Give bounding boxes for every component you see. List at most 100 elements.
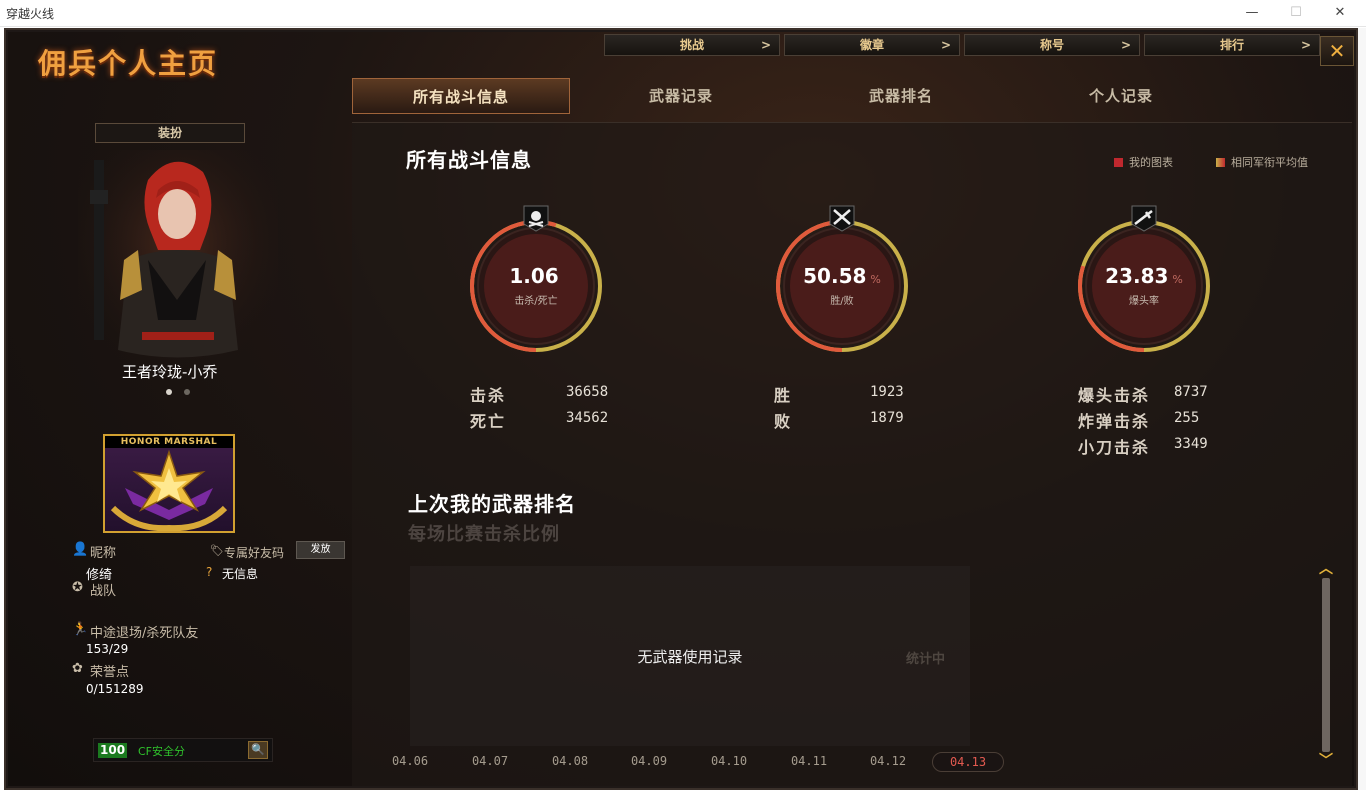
headshot-unit: % (1172, 273, 1183, 286)
date-tick[interactable]: 04.08 (540, 754, 600, 768)
bomb-kill-value: 255 (1174, 410, 1200, 426)
quit-value: 153/29 (86, 642, 129, 656)
character-name: 王者玲珑-小乔 (122, 363, 218, 381)
win-rate-unit: % (870, 273, 881, 286)
headshot-kill-label: 爆头击杀 (1078, 386, 1151, 405)
knife-kill-label: 小刀击杀 (1078, 438, 1151, 457)
window-title: 穿越火线 (6, 7, 55, 21)
date-tick[interactable]: 04.06 (380, 754, 440, 768)
date-tick[interactable]: 04.07 (460, 754, 520, 768)
top-tab-rank[interactable]: 排行 > (1144, 34, 1320, 56)
team-label: 战队 (90, 584, 117, 599)
kd-value: 1.06 (468, 264, 604, 288)
legend-label: 我的图表 (1129, 156, 1173, 169)
date-tick[interactable]: 04.10 (699, 754, 759, 768)
legend-label: 相同军衔平均值 (1231, 156, 1308, 169)
win-value: 1923 (870, 384, 904, 400)
lose-label: 败 (774, 412, 793, 431)
maximize-button[interactable]: ☐ (1274, 0, 1318, 26)
kill-value: 36658 (566, 384, 609, 400)
tab-personal-record[interactable]: 个人记录 (1012, 78, 1230, 114)
cf-safety-label: CF安全分 (138, 745, 186, 758)
minimize-button[interactable]: — (1230, 0, 1274, 26)
knife-kill-value: 3349 (1174, 436, 1208, 452)
quit-label: 中途退场/杀死队友 (90, 626, 199, 641)
top-tab-title[interactable]: 称号 > (964, 34, 1140, 56)
headshot-value: 23.83% (1076, 264, 1212, 288)
legend-swatch (1216, 158, 1225, 167)
chevron-right-icon: > (940, 38, 951, 52)
tab-weapon-record[interactable]: 武器记录 (572, 78, 790, 114)
nickname-label: 昵称 (90, 546, 117, 561)
window-edge (1358, 28, 1366, 790)
top-tab-challenge[interactable]: 挑战 > (604, 34, 780, 56)
tab-weapon-rank[interactable]: 武器排名 (792, 78, 1010, 114)
question-icon: ? (206, 565, 213, 579)
weapon-stat-text: 统计中 (906, 652, 946, 667)
rifle-icon (1131, 205, 1157, 232)
legend-item: 相同军衔平均值 (1216, 154, 1308, 170)
top-nav: 挑战 > 徽章 > 称号 > 排行 > (604, 34, 1320, 56)
chevron-right-icon: > (1300, 38, 1311, 52)
kd-ring: 1.06 击杀/死亡 (468, 205, 604, 354)
search-icon[interactable]: 🔍 (248, 741, 268, 759)
scroll-up-icon[interactable]: ︿ (1318, 562, 1334, 576)
kd-number: 1.06 (509, 264, 559, 288)
rank-badge: HONOR MARSHAL (103, 434, 235, 533)
top-tab-badge[interactable]: 徽章 > (784, 34, 960, 56)
top-tab-label: 徽章 (859, 38, 884, 52)
lose-value: 1879 (870, 410, 904, 426)
carousel-dots (166, 389, 190, 395)
friend-code-value: 无信息 (222, 567, 259, 581)
headshot-kill-value: 8737 (1174, 384, 1208, 400)
date-tick[interactable]: 04.12 (858, 754, 918, 768)
user-icon: 👤 (72, 542, 89, 557)
date-tick-selected[interactable]: 04.13 (932, 752, 1004, 772)
win-rate-value: 50.58% (774, 264, 910, 288)
cf-safety-score: 100 (98, 743, 128, 758)
tab-all-battle-info[interactable]: 所有战斗信息 (352, 78, 570, 114)
friend-code-label: 专属好友码 (224, 546, 285, 560)
profile-sidebar: 装扮 王者玲珑-小乔 HONOR MARSHAL 👤 昵称 修绮 🏷 专属好友码… (8, 32, 348, 786)
scrollbar[interactable]: ︿ ﹀ (1318, 562, 1334, 768)
win-label: 胜 (774, 386, 793, 405)
headshot-number: 23.83 (1105, 264, 1169, 288)
kd-label: 击杀/死亡 (514, 296, 558, 307)
weapon-section-subtitle: 每场比赛击杀比例 (408, 524, 560, 545)
kill-label: 击杀 (470, 386, 507, 405)
carousel-dot[interactable] (166, 389, 172, 395)
date-tick[interactable]: 04.09 (619, 754, 679, 768)
win-rate-label: 胜/败 (830, 296, 854, 307)
date-tick[interactable]: 04.11 (779, 754, 839, 768)
tag-icon: 🏷 (210, 544, 224, 557)
win-rate-number: 50.58 (803, 264, 867, 288)
top-tab-label: 排行 (1219, 38, 1244, 52)
carousel-dot[interactable] (184, 389, 190, 395)
death-label: 死亡 (470, 412, 507, 431)
chevron-right-icon: > (1120, 38, 1131, 52)
mercenary-homepage: 佣兵个人主页 挑战 > 徽章 > 称号 > 排行 > ✕ 所有战斗信息 武器记录 武器排… (8, 32, 1354, 786)
running-icon: 🏃 (72, 622, 89, 637)
close-icon[interactable]: ✕ (1320, 36, 1354, 66)
top-tab-label: 称号 (1039, 38, 1064, 52)
honor-label: 荣誉点 (90, 665, 130, 680)
skull-icon (523, 205, 549, 232)
badge-title: HONOR MARSHAL (105, 436, 233, 448)
top-tab-label: 挑战 (679, 38, 704, 52)
honor-value: 0/151289 (86, 682, 144, 696)
crossed-guns-icon (829, 205, 855, 232)
weapon-section-title: 上次我的武器排名 (408, 492, 576, 516)
dress-up-button[interactable]: 装扮 (95, 123, 245, 143)
team-icon: ✪ (72, 580, 83, 595)
honor-icon: ✿ (72, 661, 83, 676)
scroll-down-icon[interactable]: ﹀ (1318, 754, 1334, 768)
marshal-star-icon (110, 449, 228, 532)
window-close-button[interactable]: ✕ (1318, 0, 1362, 26)
chevron-right-icon: > (760, 38, 771, 52)
legend-item: 我的图表 (1114, 154, 1173, 170)
legend-swatch (1114, 158, 1123, 167)
death-value: 34562 (566, 410, 609, 426)
scroll-track[interactable] (1322, 578, 1330, 752)
grant-button[interactable]: 发放 (296, 541, 345, 559)
bomb-kill-label: 炸弹击杀 (1078, 412, 1151, 431)
